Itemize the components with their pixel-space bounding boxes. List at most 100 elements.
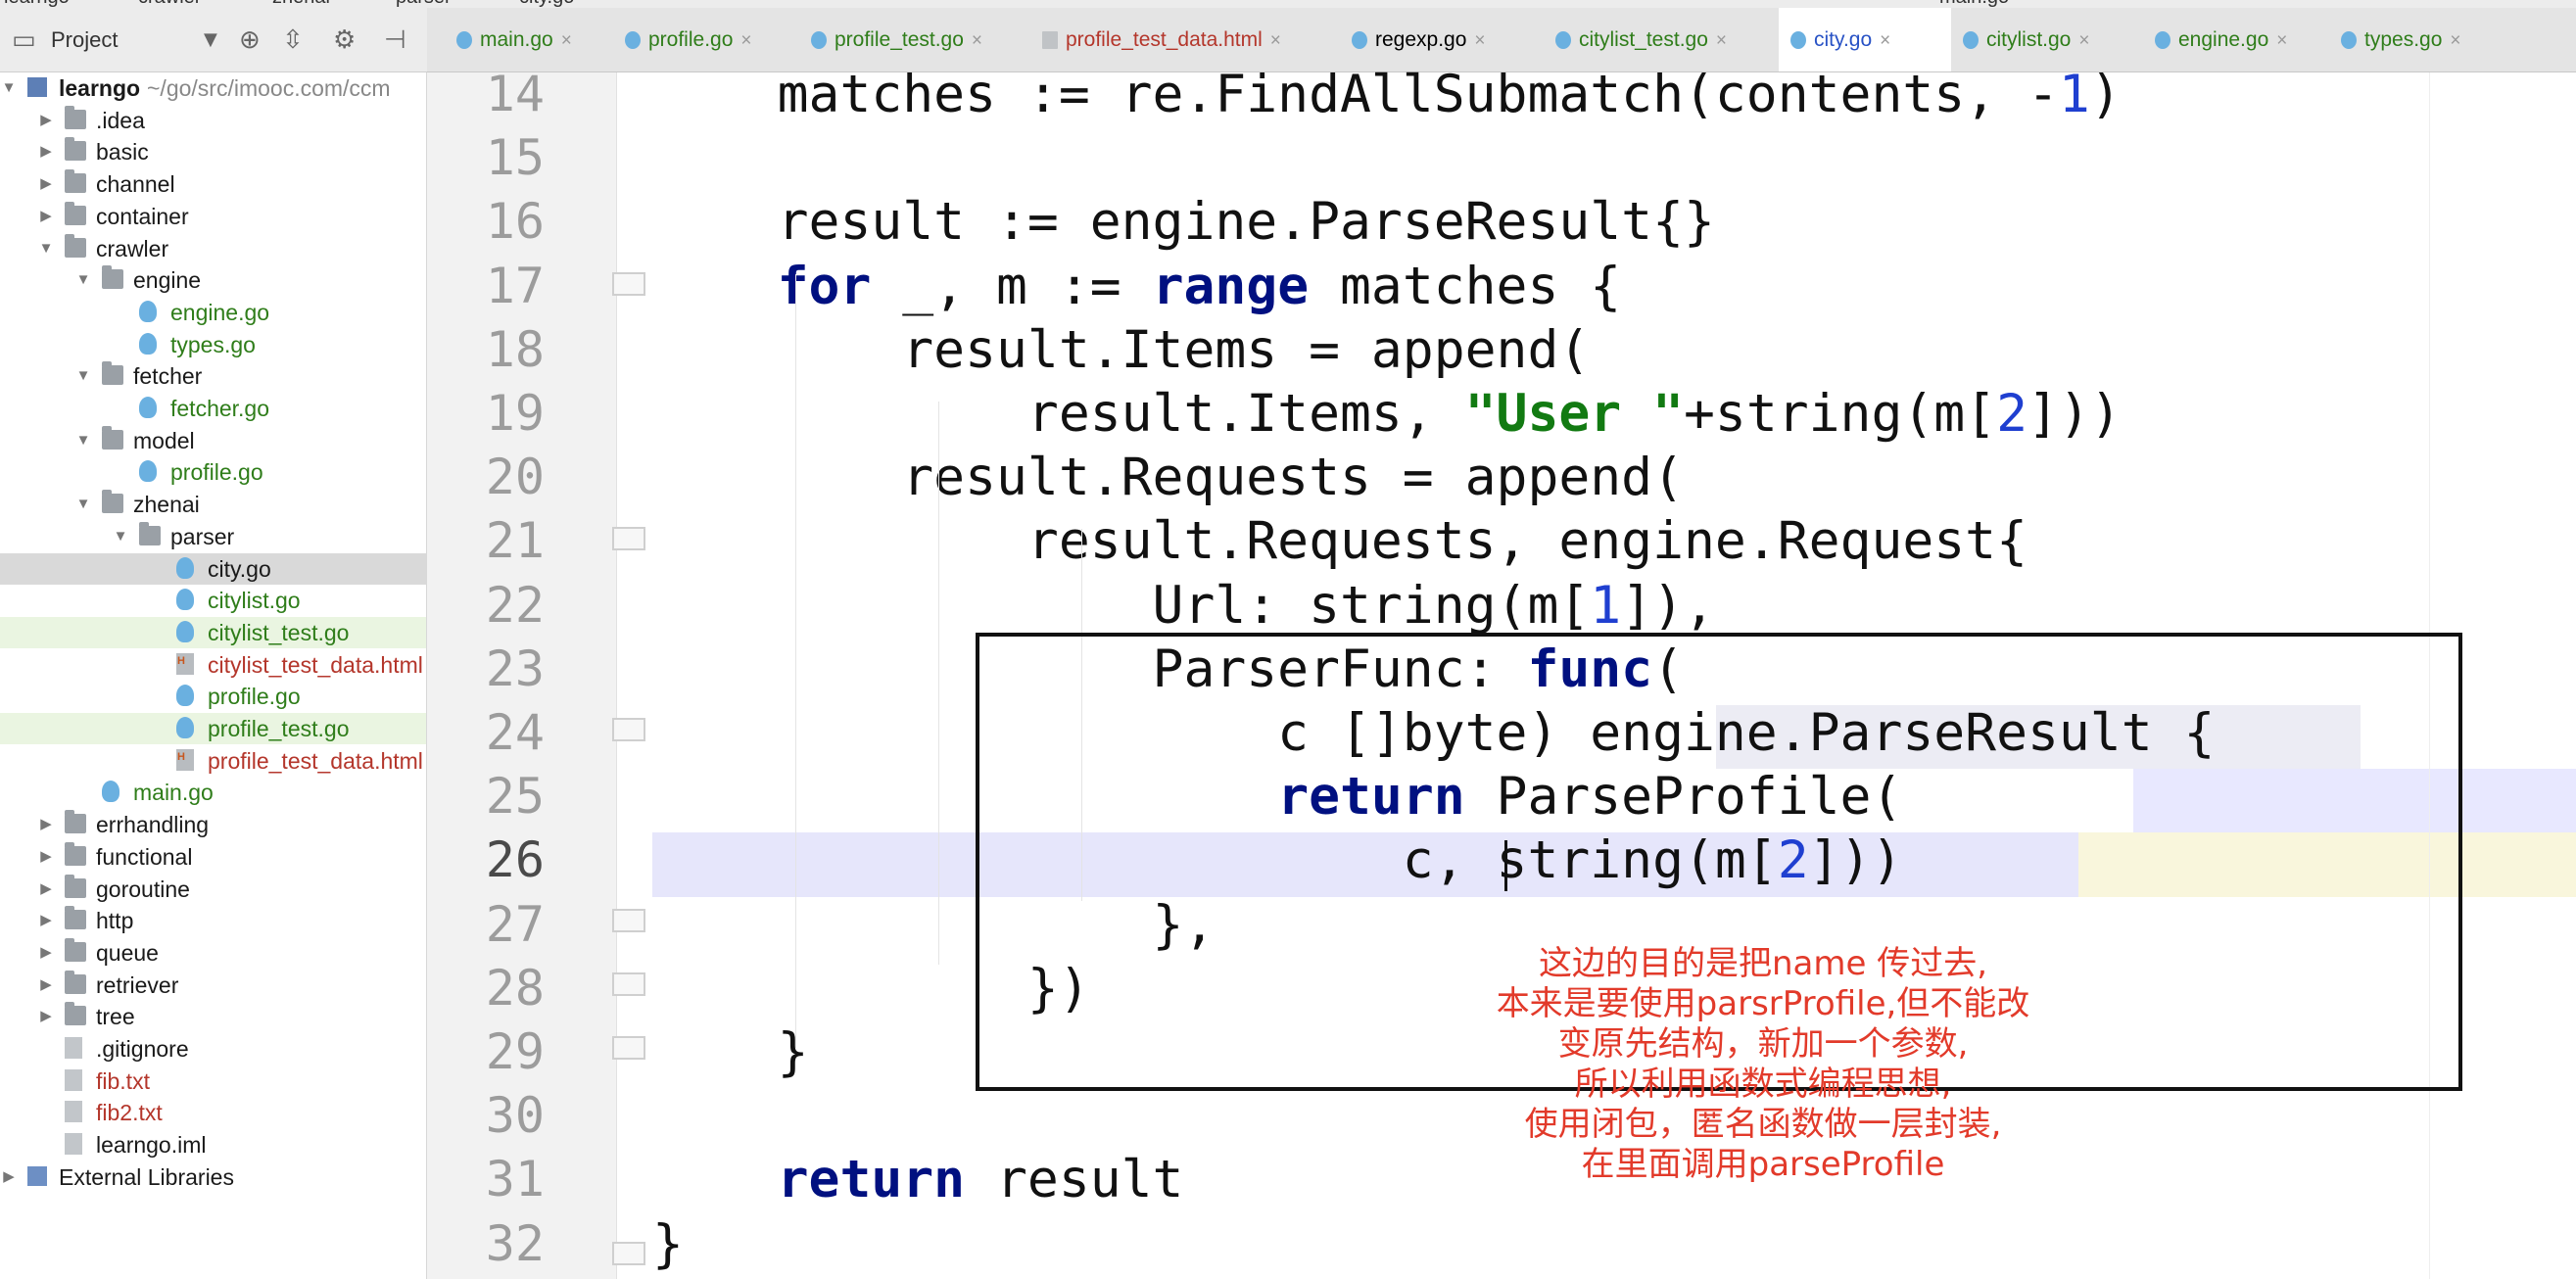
tree-item[interactable]: ▼ parser xyxy=(0,521,426,552)
tree-item[interactable]: ▼ learngo ~/go/src/imooc.com/ccm xyxy=(0,72,426,104)
close-tab-icon[interactable]: × xyxy=(972,30,982,51)
expand-right-arrow-icon[interactable]: ▶ xyxy=(37,874,55,905)
expand-right-arrow-icon[interactable]: ▶ xyxy=(37,105,55,136)
code-line[interactable]: result.Items, "User "+string(m[2])) xyxy=(652,382,2576,446)
fold-marker-icon[interactable] xyxy=(612,909,645,932)
expand-down-arrow-icon[interactable]: ▼ xyxy=(74,264,92,296)
tree-item[interactable]: ▶ tree xyxy=(0,1001,426,1032)
code-line[interactable]: result.Items = append( xyxy=(652,318,2576,382)
tree-item[interactable]: profile_test.go xyxy=(0,713,426,744)
tree-item[interactable]: ▼ fetcher xyxy=(0,360,426,392)
hide-panel-icon[interactable]: ⊣ xyxy=(384,25,406,55)
fold-marker-icon[interactable] xyxy=(612,1036,645,1060)
run-configuration-selector[interactable]: main.go xyxy=(1939,0,2009,8)
close-tab-icon[interactable]: × xyxy=(740,30,751,51)
close-tab-icon[interactable]: × xyxy=(2450,30,2460,51)
expand-down-arrow-icon[interactable]: ▼ xyxy=(0,72,18,104)
close-tab-icon[interactable]: × xyxy=(1880,30,1890,51)
breadcrumb-item[interactable]: zhenai xyxy=(272,0,330,8)
expand-right-arrow-icon[interactable]: ▶ xyxy=(37,937,55,969)
expand-down-arrow-icon[interactable]: ▼ xyxy=(74,489,92,520)
close-tab-icon[interactable]: × xyxy=(561,30,572,51)
tree-item[interactable]: fib2.txt xyxy=(0,1097,426,1128)
expand-right-arrow-icon[interactable]: ▶ xyxy=(37,136,55,167)
code-line[interactable]: } xyxy=(652,1212,2576,1276)
close-tab-icon[interactable]: × xyxy=(1474,30,1485,51)
tree-item[interactable]: fib.txt xyxy=(0,1066,426,1097)
expand-right-arrow-icon[interactable]: ▶ xyxy=(37,809,55,840)
breadcrumb-item[interactable]: crawler xyxy=(138,0,201,8)
tree-item[interactable]: ▶ channel xyxy=(0,168,426,200)
tree-item[interactable]: engine.go xyxy=(0,297,426,328)
tree-item[interactable]: city.go xyxy=(0,552,426,585)
tree-item[interactable]: ▶ retriever xyxy=(0,970,426,1001)
tree-item[interactable]: learngo.iml xyxy=(0,1129,426,1161)
project-view-selector[interactable]: Project xyxy=(51,27,118,53)
go-file-icon xyxy=(811,31,827,50)
expand-down-arrow-icon[interactable]: ▼ xyxy=(112,521,129,552)
tree-item[interactable]: main.go xyxy=(0,777,426,808)
fold-marker-icon[interactable] xyxy=(612,527,645,550)
tree-item[interactable]: ▶ container xyxy=(0,201,426,232)
expand-right-arrow-icon[interactable]: ▶ xyxy=(37,168,55,200)
expand-right-arrow-icon[interactable]: ▶ xyxy=(37,201,55,232)
tree-item[interactable]: ▼ engine xyxy=(0,264,426,296)
tree-item[interactable]: citylist_test.go xyxy=(0,616,426,648)
breadcrumb-item[interactable]: city.go xyxy=(519,0,574,8)
tree-item[interactable]: ▶ queue xyxy=(0,937,426,969)
code-line[interactable]: matches := re.FindAllSubmatch(contents, … xyxy=(652,63,2576,126)
project-view-icon[interactable]: ▭ xyxy=(12,25,36,55)
expand-right-arrow-icon[interactable]: ▶ xyxy=(37,841,55,873)
collapse-all-icon[interactable]: ⇳ xyxy=(282,25,304,55)
close-tab-icon[interactable]: × xyxy=(2078,30,2089,51)
expand-right-arrow-icon[interactable]: ▶ xyxy=(37,1001,55,1032)
tree-item[interactable]: ▼ model xyxy=(0,425,426,456)
code-line[interactable]: Url: string(m[1]), xyxy=(652,574,2576,638)
expand-right-arrow-icon[interactable]: ▶ xyxy=(37,905,55,936)
tree-item[interactable]: fetcher.go xyxy=(0,393,426,424)
code-line[interactable]: result.Requests = append( xyxy=(652,446,2576,509)
tree-item[interactable]: ▼ crawler xyxy=(0,233,426,264)
tree-item[interactable]: citylist.go xyxy=(0,585,426,616)
dropdown-arrow-icon[interactable]: ▼ xyxy=(204,25,217,55)
expand-right-arrow-icon[interactable]: ▶ xyxy=(37,970,55,1001)
code-line[interactable] xyxy=(652,126,2576,190)
tree-item[interactable]: ▼ zhenai xyxy=(0,489,426,520)
expand-down-arrow-icon[interactable]: ▼ xyxy=(74,360,92,392)
fold-marker-icon[interactable] xyxy=(612,718,645,741)
code-line[interactable]: result := engine.ParseResult{} xyxy=(652,190,2576,254)
settings-gear-icon[interactable]: ⚙ xyxy=(333,25,356,55)
code-line[interactable]: for _, m := range matches { xyxy=(652,255,2576,318)
tree-item[interactable]: types.go xyxy=(0,329,426,360)
tree-item[interactable]: citylist_test_data.html xyxy=(0,645,426,681)
breadcrumb-item[interactable]: parser xyxy=(396,0,452,8)
close-tab-icon[interactable]: × xyxy=(1716,30,1727,51)
tree-item[interactable]: .gitignore xyxy=(0,1033,426,1065)
tree-item[interactable]: profile_test_data.html xyxy=(0,741,426,777)
go-file-icon xyxy=(139,300,157,322)
tree-item[interactable]: ▶ goroutine xyxy=(0,874,426,905)
annotation-line: 所以利用函数式编程思想, xyxy=(1574,1065,1952,1104)
tree-item-label: profile.go xyxy=(170,459,263,486)
breadcrumb-item[interactable]: learngo xyxy=(4,0,70,8)
code-line[interactable]: result.Requests, engine.Request{ xyxy=(652,509,2576,573)
expand-down-arrow-icon[interactable]: ▼ xyxy=(37,233,55,264)
expand-down-arrow-icon[interactable]: ▼ xyxy=(74,425,92,456)
tree-item[interactable]: ▶ External Libraries xyxy=(0,1161,426,1193)
tree-item[interactable]: profile.go xyxy=(0,456,426,488)
fold-marker-icon[interactable] xyxy=(612,1242,645,1265)
tree-item[interactable]: ▶ .idea xyxy=(0,105,426,136)
tree-item[interactable]: profile.go xyxy=(0,681,426,712)
expand-right-arrow-icon[interactable]: ▶ xyxy=(0,1161,18,1193)
scroll-from-source-icon[interactable]: ⊕ xyxy=(239,25,261,55)
tree-item[interactable]: ▶ http xyxy=(0,905,426,936)
close-tab-icon[interactable]: × xyxy=(2276,30,2287,51)
tree-item[interactable]: ▶ functional xyxy=(0,841,426,873)
tree-item[interactable]: ▶ errhandling xyxy=(0,809,426,840)
go-file-icon xyxy=(625,31,641,50)
tree-item[interactable]: ▶ basic xyxy=(0,136,426,167)
close-tab-icon[interactable]: × xyxy=(1270,30,1281,51)
project-tree[interactable]: ▼ learngo ~/go/src/imooc.com/ccm ▶ .idea ▶ bas… xyxy=(0,72,427,1279)
fold-marker-icon[interactable] xyxy=(612,272,645,296)
fold-marker-icon[interactable] xyxy=(612,972,645,996)
